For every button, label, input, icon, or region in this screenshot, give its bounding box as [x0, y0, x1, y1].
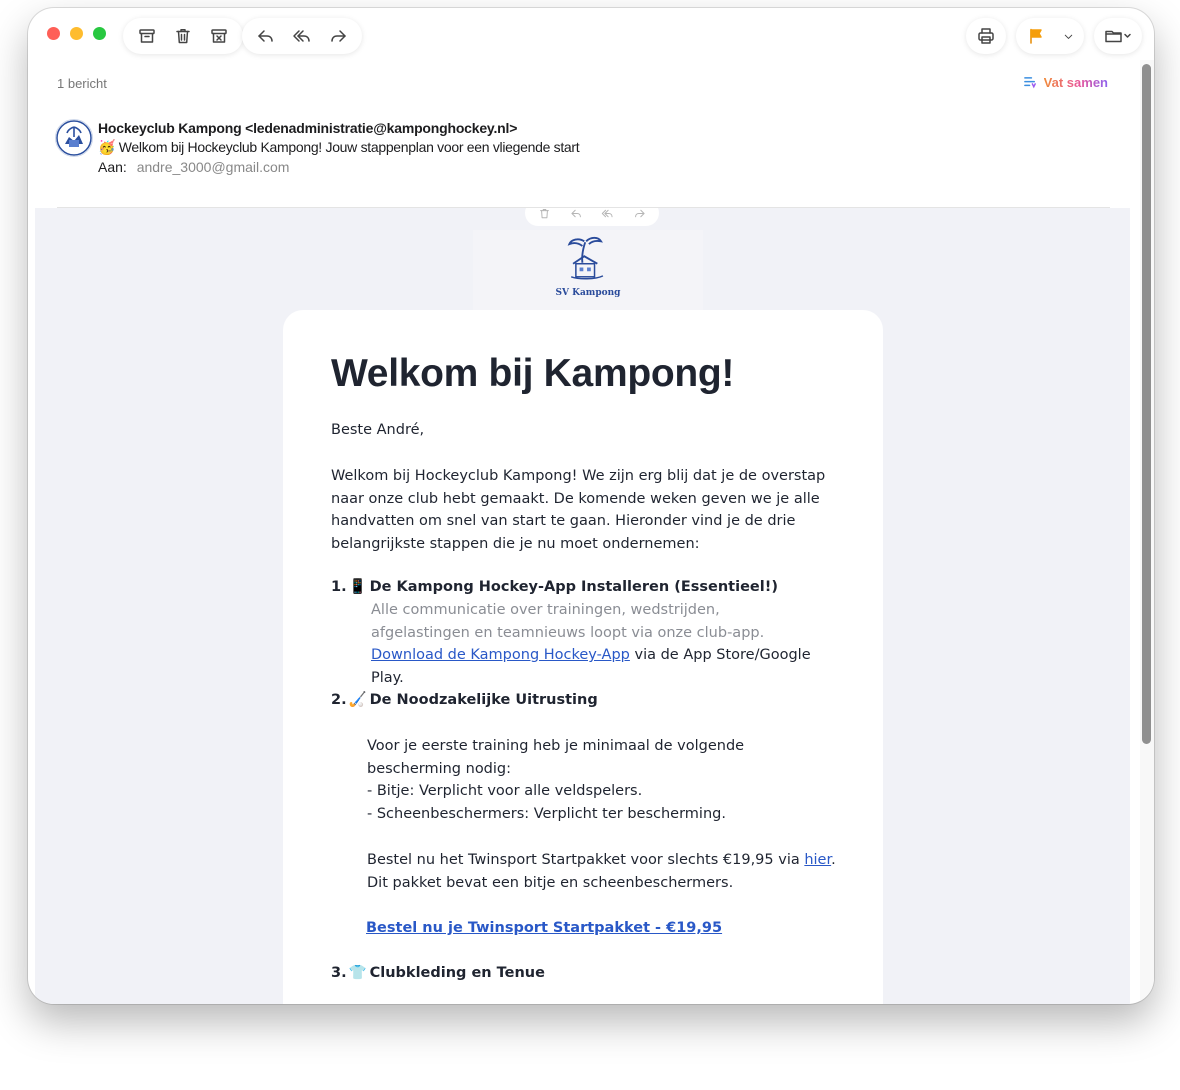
trash-icon[interactable]: [538, 208, 551, 220]
step3-title-text: Clubkleding en Tenue: [369, 965, 545, 981]
move-group: [1094, 18, 1142, 54]
reply-icon[interactable]: [570, 208, 583, 220]
reply-all-button[interactable]: [284, 18, 320, 54]
step1-title-text: De Kampong Hockey-App Installeren (Essen…: [369, 579, 778, 595]
to-address[interactable]: andre_3000@gmail.com: [137, 159, 290, 175]
subject-line: 🥳 Welkom bij Hockeyclub Kampong! Jouw st…: [98, 139, 580, 156]
flag-group: [1016, 18, 1084, 54]
summarize-icon: [1023, 77, 1036, 89]
trash-button[interactable]: [165, 18, 201, 54]
archive-button[interactable]: [129, 18, 165, 54]
step3-title: 3. 👕 Clubkleding en Tenue: [331, 964, 545, 981]
junk-button[interactable]: [201, 18, 237, 54]
email-card: Welkom bij Kampong! Beste André, Welkom …: [283, 310, 883, 1004]
scrollbar-thumb[interactable]: [1142, 64, 1151, 744]
step2-title: 2. 🏑 De Noodzakelijke Uitrusting: [331, 691, 598, 708]
phone-icon: 📱: [348, 579, 367, 595]
sender-name: Hockeyclub Kampong <ledenadministratie@k…: [98, 120, 518, 136]
folder-icon: [1105, 30, 1131, 43]
close-window-button[interactable]: [47, 27, 60, 40]
message-actions-group: [123, 18, 243, 54]
step2-item-bitje: - Bitje: Verplicht voor alle veldspelers…: [367, 783, 643, 799]
reply-actions-group: [242, 18, 362, 54]
step1-download-line: Download de Kampong Hockey-App via de Ap…: [371, 644, 841, 689]
print-button[interactable]: [968, 18, 1004, 54]
club-logo: SV Kampong: [473, 230, 703, 312]
flag-menu-button[interactable]: [1054, 18, 1082, 54]
flag-icon: [1030, 28, 1042, 44]
step2-item-scheenbeschermers: - Scheenbeschermers: Verplicht ter besch…: [367, 806, 726, 822]
sender-avatar: [55, 119, 93, 157]
shirt-icon: 👕: [348, 965, 367, 981]
step1-title: 1. 📱 De Kampong Hockey-App Installeren (Es…: [331, 578, 778, 595]
cta-line: Bestel nu je Twinsport Startpakket - €19…: [366, 917, 836, 940]
inline-actions: [525, 208, 659, 226]
order-text-before: Bestel nu het Twinsport Startpakket voor…: [367, 852, 805, 868]
step2-order-text: Bestel nu het Twinsport Startpakket voor…: [367, 849, 837, 894]
forward-icon: [331, 30, 346, 42]
reply-all-icon[interactable]: [601, 208, 614, 220]
hockey-stick-icon: 🏑: [348, 692, 367, 708]
step2-number: 2.: [331, 692, 347, 708]
email-heading: Welkom bij Kampong!: [331, 352, 735, 395]
summarize-label: Vat samen: [1043, 75, 1108, 90]
step2-title-text: De Noodzakelijke Uitrusting: [369, 692, 598, 708]
reply-button[interactable]: [248, 18, 284, 54]
greeting: Beste André,: [331, 422, 425, 438]
mail-window: 1 bericht Vat samen Hockeyclub Kampong <…: [28, 8, 1154, 1004]
reply-all-icon: [293, 30, 310, 42]
step3-number: 3.: [331, 965, 347, 981]
logo-caption: SV Kampong: [555, 288, 621, 298]
forward-icon[interactable]: [633, 208, 646, 220]
trash-icon: [176, 29, 190, 44]
forward-button[interactable]: [320, 18, 356, 54]
intro-paragraph: Welkom bij Hockeyclub Kampong! We zijn e…: [331, 468, 826, 553]
message-count: 1 bericht: [57, 76, 107, 91]
chevron-down-icon: [1064, 34, 1072, 39]
print-icon: [978, 28, 994, 44]
subject-text: Welkom bij Hockeyclub Kampong! Jouw stap…: [118, 139, 580, 155]
print-group: [966, 18, 1006, 54]
to-label: Aan:: [98, 159, 127, 175]
summarize-button[interactable]: Vat samen: [1023, 75, 1108, 90]
minimize-window-button[interactable]: [70, 27, 83, 40]
scrollbar[interactable]: [1140, 60, 1154, 1004]
download-app-link[interactable]: Download de Kampong Hockey-App: [371, 647, 630, 663]
step1-description: Alle communicatie over trainingen, wedst…: [371, 602, 765, 641]
step2-intro: Voor je eerste training heb je minimaal …: [367, 738, 745, 777]
move-to-folder-button[interactable]: [1096, 18, 1140, 54]
recipient-line: Aan: andre_3000@gmail.com: [98, 159, 289, 175]
archive-icon: [139, 29, 155, 43]
order-startpakket-button[interactable]: Bestel nu je Twinsport Startpakket - €19…: [366, 920, 722, 936]
subject-emoji: 🥳: [98, 139, 116, 155]
junk-icon: [211, 29, 227, 43]
flag-button[interactable]: [1018, 18, 1054, 54]
toolbar: [28, 8, 1154, 60]
email-body: SV Kampong Welkom bij Kampong! Beste And…: [35, 208, 1130, 1004]
step1-number: 1.: [331, 579, 347, 595]
reply-icon: [258, 30, 273, 42]
maximize-window-button[interactable]: [93, 27, 106, 40]
order-here-link[interactable]: hier: [804, 852, 831, 868]
